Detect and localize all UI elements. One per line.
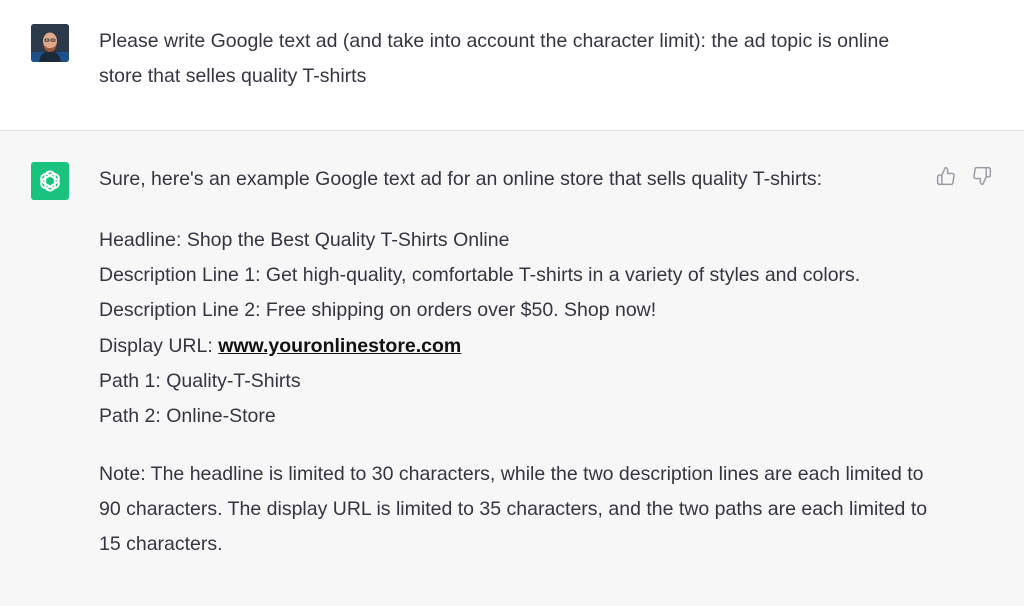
ad-path-2-line: Path 2: Online-Store [99, 399, 929, 434]
headline-value: Shop the Best Quality T-Shirts Online [186, 229, 510, 251]
thumbs-down-button[interactable] [970, 164, 994, 188]
headline-label: Headline: [99, 229, 187, 251]
thumbs-up-icon [936, 166, 955, 186]
description-2-label: Description Line 2: [99, 299, 266, 322]
user-message-text: Please write Google text ad (and take in… [99, 30, 890, 87]
ad-description-1-line: Description Line 1: Get high-quality, co… [99, 258, 929, 293]
ad-display-url-line: Display URL: www.youronlinestore.com [99, 329, 929, 364]
user-photo-avatar [31, 24, 69, 62]
path-2-value: Online-Store [166, 405, 276, 428]
description-1-value: Get high-quality, comfortable T-shirts i… [265, 264, 861, 287]
assistant-message-text: Sure, here's an example Google text ad f… [99, 164, 929, 562]
assistant-message-row: Sure, here's an example Google text ad f… [0, 131, 1024, 606]
ad-details: Headline: Shop the Best Quality T-Shirts… [99, 223, 929, 434]
display-url-link[interactable]: www.youronlinestore.com [218, 335, 461, 357]
description-1-label: Description Line 1: [99, 264, 266, 287]
openai-logo-icon [40, 170, 60, 192]
ad-description-2-line: Description Line 2: Free shipping on ord… [99, 293, 929, 328]
display-url-label: Display URL: [99, 334, 219, 357]
assistant-note: Note: The headline is limited to 30 char… [99, 463, 928, 556]
user-message-row: Please write Google text ad (and take in… [0, 0, 1024, 131]
assistant-avatar [31, 162, 69, 200]
user-avatar [31, 24, 69, 62]
path-2-label: Path 2: [99, 405, 167, 428]
path-1-label: Path 1: [99, 369, 167, 392]
ad-path-1-line: Path 1: Quality-T-Shirts [99, 364, 929, 399]
path-1-value: Quality-T-Shirts [166, 369, 301, 392]
description-2-value: Free shipping on orders over $50. Shop n… [265, 299, 657, 322]
assistant-intro: Sure, here's an example Google text ad f… [99, 168, 823, 190]
thumbs-up-button[interactable] [934, 164, 958, 188]
thumbs-down-icon [973, 166, 992, 186]
ad-headline-line: Headline: Shop the Best Quality T-Shirts… [99, 223, 929, 258]
